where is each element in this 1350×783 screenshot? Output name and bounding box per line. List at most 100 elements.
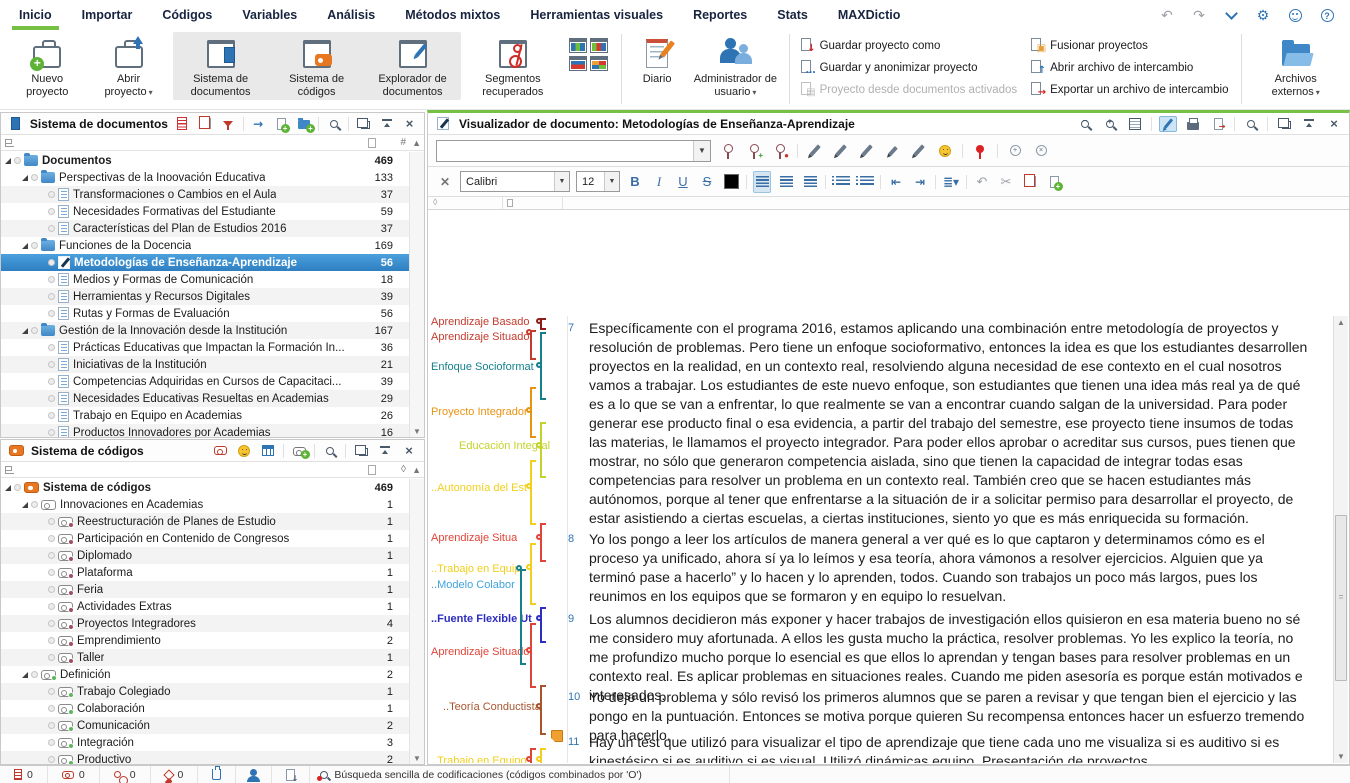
activation-circle[interactable] xyxy=(48,344,55,351)
paragraph-8[interactable]: 8Yo los pongo a leer los artículos de ma… xyxy=(589,530,1310,606)
close-panel-icon[interactable] xyxy=(400,443,418,459)
document-tree-scrollbar[interactable]: ▼ xyxy=(409,152,424,437)
menu-tab-variables[interactable]: Variables xyxy=(227,0,312,30)
activation-circle[interactable] xyxy=(48,259,55,266)
combobox-dropdown-icon[interactable]: ▼ xyxy=(693,141,710,161)
maximize-panel-icon[interactable] xyxy=(378,116,395,132)
margin-code-autonomia-del-est[interactable]: ..Autonomía del Est xyxy=(431,482,564,495)
maximize-panel-icon[interactable] xyxy=(376,443,394,459)
expander-icon[interactable] xyxy=(22,243,28,249)
ribbon-menu-guardar-y-anonimizar-proyecto[interactable]: …Guardar y anonimizar proyecto xyxy=(799,58,1018,77)
strikethrough-button[interactable]: S xyxy=(698,171,716,193)
margin-code-aprendizaje-situa[interactable]: Aprendizaje Situa xyxy=(431,532,564,545)
margin-code-teoria-conductista[interactable]: ..Teoría Conductista xyxy=(443,701,564,714)
expander-icon[interactable] xyxy=(22,502,28,508)
feedback-smiley-icon[interactable] xyxy=(1286,6,1304,24)
activation-circle[interactable] xyxy=(48,429,55,436)
highlight-pen-3-icon[interactable] xyxy=(858,143,876,159)
coding-stripe-handle[interactable] xyxy=(536,362,542,368)
margin-code-aprendizaje-situado[interactable]: Aprendizaje Situado xyxy=(431,646,564,659)
coding-stripe[interactable] xyxy=(540,422,542,478)
activation-circle[interactable] xyxy=(48,620,55,627)
margin-code-trabajo-en-equipo[interactable]: ..Trabajo en Equipo xyxy=(431,755,564,763)
retrieved-segments-button[interactable]: Segmentos recuperados xyxy=(465,32,562,100)
status-documents[interactable]: 0 xyxy=(0,766,48,783)
code-row-emprendimiento[interactable]: Emprendimiento2 xyxy=(1,632,409,649)
bold-button[interactable]: B xyxy=(626,171,644,193)
pin-icon[interactable] xyxy=(971,143,989,159)
document-row-necesidades-formativas-del-estudiante[interactable]: Necesidades Formativas del Estudiante59 xyxy=(1,203,409,220)
expander-icon[interactable] xyxy=(22,328,28,334)
activation-circle[interactable] xyxy=(48,603,55,610)
layout-preset-1-icon[interactable] xyxy=(569,38,587,53)
code-row-sistema-de-codigos[interactable]: Sistema de códigos469 xyxy=(1,479,409,496)
settings-gear-icon[interactable]: ⚙ xyxy=(1254,6,1272,24)
activation-circle[interactable] xyxy=(48,518,55,525)
document-row-funciones-de-la-docencia[interactable]: Funciones de la Docencia169 xyxy=(1,237,409,254)
paragraph-7[interactable]: 7Específicamente con el programa 2016, e… xyxy=(589,319,1310,528)
italic-button[interactable]: I xyxy=(650,171,668,193)
code-row-comunicacion[interactable]: Comunicación2 xyxy=(1,717,409,734)
undo-icon[interactable]: ↶ xyxy=(1158,6,1176,24)
code-row-reestructuracion-de-planes-de-estudio[interactable]: Reestructuración de Planes de Estudio1 xyxy=(1,513,409,530)
cut-icon[interactable]: ✂ xyxy=(997,171,1015,193)
coding-stripe-handle[interactable] xyxy=(536,318,542,324)
document-browser-button[interactable]: Explorador de documentos xyxy=(365,32,461,100)
import-documents-icon[interactable] xyxy=(250,116,267,132)
undock-panel-icon[interactable] xyxy=(355,116,372,132)
activation-circle[interactable] xyxy=(48,535,55,542)
new-document-icon[interactable] xyxy=(273,116,290,132)
menu-tab-inicio[interactable]: Inicio xyxy=(4,0,67,30)
paste-icon[interactable] xyxy=(1045,171,1063,193)
code-row-taller[interactable]: Taller1 xyxy=(1,649,409,666)
document-row-competencias-adquiridas-en-cursos-de-capacitaci[interactable]: Competencias Adquiridas en Cursos de Cap… xyxy=(1,373,409,390)
activation-circle[interactable] xyxy=(48,225,55,232)
link-add-icon[interactable]: + xyxy=(1006,143,1024,159)
ribbon-menu-guardar-proyecto-como[interactable]: ↓Guardar proyecto como xyxy=(799,36,1018,55)
bullet-list-button[interactable] xyxy=(832,171,850,193)
activation-circle[interactable] xyxy=(14,484,21,491)
coding-stripe-handle[interactable] xyxy=(526,564,532,570)
activation-circle[interactable] xyxy=(48,756,55,763)
activation-circle[interactable] xyxy=(48,191,55,198)
code-icon[interactable] xyxy=(719,143,737,159)
ribbon-menu-abrir-archivo-de-intercambio[interactable]: ↑Abrir archivo de intercambio xyxy=(1029,58,1228,77)
margin-code-modelo-colabor[interactable]: ..Modelo Colabor xyxy=(431,579,564,592)
activated-documents-icon[interactable] xyxy=(174,116,191,132)
new-code-icon[interactable] xyxy=(290,443,308,459)
document-row-practicas-educativas-que-impactan-la-formacion-in[interactable]: Prácticas Educativas que Impactan la For… xyxy=(1,339,409,356)
font-size-select[interactable]: 12 ▼ xyxy=(576,171,620,192)
coding-stripe-handle[interactable] xyxy=(526,483,532,489)
emoticode-icon[interactable] xyxy=(235,443,253,459)
copy-icon[interactable] xyxy=(1021,171,1039,193)
edit-mode-toggle[interactable] xyxy=(1159,116,1177,132)
document-scrollbar[interactable]: ▲ ▼ xyxy=(1333,316,1348,763)
ribbon-menu-exportar-un-archivo-de-intercambio[interactable]: →Exportar un archivo de intercambio xyxy=(1029,80,1228,99)
document-row-transformaciones-o-cambios-en-el-aula[interactable]: Transformaciones o Cambios en el Aula37 xyxy=(1,186,409,203)
scroll-up-icon[interactable]: ▲ xyxy=(412,138,421,148)
paragraph-11[interactable]: 11Hay un test que utilizó para visualiza… xyxy=(589,733,1310,763)
coding-stripe-handle[interactable] xyxy=(526,329,532,335)
search-documents-icon[interactable] xyxy=(325,116,342,132)
document-row-iniciativas-de-la-institucion[interactable]: Iniciativas de la Institución21 xyxy=(1,356,409,373)
coding-stripe[interactable] xyxy=(530,543,532,605)
activation-circle[interactable] xyxy=(48,637,55,644)
activation-circle[interactable] xyxy=(31,174,38,181)
activation-circle[interactable] xyxy=(48,552,55,559)
link-remove-icon[interactable]: × xyxy=(1032,143,1050,159)
coding-stripe[interactable] xyxy=(540,523,542,562)
code-row-colaboracion[interactable]: Colaboración1 xyxy=(1,700,409,717)
highlight-pen-5-icon[interactable] xyxy=(910,143,928,159)
codes-overview-icon[interactable] xyxy=(259,443,277,459)
margin-code-fuente-flexible-ut[interactable]: ..Fuente Flexible Ut xyxy=(431,613,564,626)
coding-stripe[interactable] xyxy=(530,460,532,525)
activation-circle[interactable] xyxy=(48,276,55,283)
document-row-productos-innovadores-por-academias[interactable]: Productos Innovadores por Academias16 xyxy=(1,424,409,437)
menu-tab-importar[interactable]: Importar xyxy=(67,0,148,30)
help-icon[interactable]: ? xyxy=(1318,6,1336,24)
filter-documents-icon[interactable] xyxy=(220,116,237,132)
code-row-diplomado[interactable]: Diplomado1 xyxy=(1,547,409,564)
decrease-indent-button[interactable]: ⇤ xyxy=(887,171,905,193)
zoom-out-icon[interactable] xyxy=(1076,116,1094,132)
document-row-necesidades-educativas-resueltas-en-academias[interactable]: Necesidades Educativas Resueltas en Acad… xyxy=(1,390,409,407)
